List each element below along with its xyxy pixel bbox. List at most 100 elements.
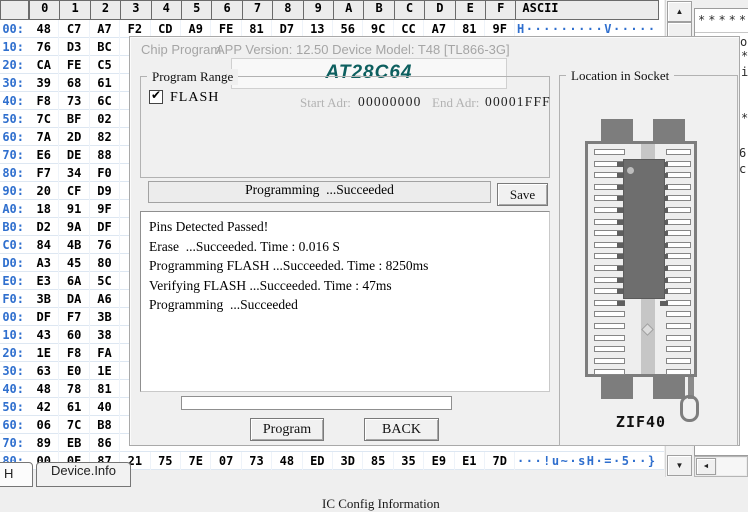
hex-byte[interactable]: 06 xyxy=(29,416,59,434)
hex-byte[interactable]: 91 xyxy=(59,200,89,218)
hex-byte[interactable]: E6 xyxy=(29,146,59,164)
horizontal-scrollbar-track[interactable] xyxy=(717,458,746,475)
hex-byte[interactable]: E1 xyxy=(455,452,485,470)
hex-byte[interactable]: 2D xyxy=(59,128,89,146)
hex-byte[interactable]: 80 xyxy=(90,254,120,272)
hex-byte[interactable]: A6 xyxy=(90,290,120,308)
scroll-down-button[interactable]: ▼ xyxy=(667,455,692,476)
flash-checkbox[interactable]: ✔ xyxy=(149,90,163,104)
hex-byte[interactable]: ED xyxy=(303,452,333,470)
hex-byte[interactable]: 7C xyxy=(59,416,89,434)
hex-byte[interactable]: 40 xyxy=(90,398,120,416)
hex-byte[interactable]: D9 xyxy=(90,182,120,200)
hex-byte[interactable]: 7D xyxy=(485,452,515,470)
hex-byte[interactable]: 78 xyxy=(59,380,89,398)
hex-byte[interactable]: 38 xyxy=(90,326,120,344)
hex-byte[interactable]: EB xyxy=(59,434,89,452)
socket-pin xyxy=(594,358,625,364)
hex-byte[interactable]: FA xyxy=(90,344,120,362)
hex-byte[interactable]: 4B xyxy=(59,236,89,254)
hex-byte[interactable]: 7C xyxy=(29,110,59,128)
tab-flash-buffer[interactable]: H xyxy=(0,462,33,487)
log-output[interactable]: Pins Detected Passed!Erase ...Succeeded.… xyxy=(140,211,550,392)
hex-address: 10: xyxy=(0,326,24,344)
hex-byte[interactable]: F8 xyxy=(29,92,59,110)
hex-byte[interactable]: 1E xyxy=(90,362,120,380)
hex-byte[interactable]: 81 xyxy=(90,380,120,398)
save-log-button[interactable]: Save Log xyxy=(497,183,548,206)
hex-byte[interactable]: E9 xyxy=(424,452,454,470)
hex-ascii[interactable]: ···!u~·sH·=·5··} xyxy=(517,452,657,470)
hex-byte[interactable]: F7 xyxy=(59,308,89,326)
hex-byte[interactable]: 1E xyxy=(29,344,59,362)
hex-byte[interactable]: F7 xyxy=(29,164,59,182)
hex-byte[interactable]: 9A xyxy=(59,218,89,236)
hex-byte[interactable]: 63 xyxy=(29,362,59,380)
hex-byte[interactable]: 7E xyxy=(181,452,211,470)
hex-byte[interactable]: 7A xyxy=(29,128,59,146)
hex-byte[interactable]: DE xyxy=(59,146,89,164)
hex-byte[interactable]: 84 xyxy=(29,236,59,254)
hex-byte[interactable]: 61 xyxy=(90,74,120,92)
hex-byte[interactable]: C7 xyxy=(59,20,89,38)
hex-byte[interactable]: 48 xyxy=(29,380,59,398)
hex-byte[interactable]: B8 xyxy=(90,416,120,434)
hex-byte[interactable]: 39 xyxy=(29,74,59,92)
hex-byte[interactable]: 89 xyxy=(29,434,59,452)
hex-byte[interactable]: 60 xyxy=(59,326,89,344)
hex-byte[interactable]: 42 xyxy=(29,398,59,416)
hex-byte[interactable]: 73 xyxy=(242,452,272,470)
hex-byte[interactable]: 43 xyxy=(29,326,59,344)
hex-byte[interactable]: D2 xyxy=(29,218,59,236)
hex-byte[interactable]: DF xyxy=(29,308,59,326)
hex-byte[interactable]: 48 xyxy=(29,20,59,38)
hex-byte[interactable]: 45 xyxy=(59,254,89,272)
hex-byte[interactable]: 86 xyxy=(90,434,120,452)
hex-byte[interactable]: A3 xyxy=(29,254,59,272)
hex-byte[interactable]: E0 xyxy=(59,362,89,380)
hex-byte[interactable]: 5C xyxy=(90,272,120,290)
hex-byte[interactable]: 82 xyxy=(90,128,120,146)
hex-byte[interactable]: C5 xyxy=(90,56,120,74)
hex-byte[interactable]: 88 xyxy=(90,146,120,164)
hex-byte[interactable]: FE xyxy=(59,56,89,74)
hex-byte[interactable]: 20 xyxy=(29,182,59,200)
hex-byte[interactable]: 48 xyxy=(272,452,302,470)
back-button[interactable]: BACK xyxy=(364,418,439,441)
hex-byte[interactable]: F8 xyxy=(59,344,89,362)
hex-col-header: C xyxy=(394,0,425,20)
hex-byte[interactable]: 9F xyxy=(90,200,120,218)
hex-byte[interactable]: 61 xyxy=(59,398,89,416)
hex-byte[interactable]: 75 xyxy=(151,452,181,470)
hex-byte[interactable]: F0 xyxy=(90,164,120,182)
hex-byte[interactable]: 35 xyxy=(394,452,424,470)
hex-byte[interactable]: 85 xyxy=(363,452,393,470)
hex-byte[interactable]: 02 xyxy=(90,110,120,128)
hex-byte[interactable]: 3B xyxy=(29,290,59,308)
hex-byte[interactable]: 6C xyxy=(90,92,120,110)
hex-byte[interactable]: A7 xyxy=(90,20,120,38)
tab-device-info[interactable]: Device.Info xyxy=(36,462,131,487)
hex-byte[interactable]: DF xyxy=(90,218,120,236)
horizontal-scrollbar[interactable]: ◄ xyxy=(694,456,748,477)
hex-byte[interactable]: 34 xyxy=(59,164,89,182)
hex-byte[interactable]: 76 xyxy=(29,38,59,56)
hex-byte[interactable]: BF xyxy=(59,110,89,128)
hex-byte[interactable]: 18 xyxy=(29,200,59,218)
hex-byte[interactable]: BC xyxy=(90,38,120,56)
hex-byte[interactable]: DA xyxy=(59,290,89,308)
hex-byte[interactable]: E3 xyxy=(29,272,59,290)
hex-byte[interactable]: D3 xyxy=(59,38,89,56)
program-button[interactable]: Program xyxy=(250,418,324,441)
hex-byte[interactable]: 73 xyxy=(59,92,89,110)
hex-byte[interactable]: 76 xyxy=(90,236,120,254)
hex-byte[interactable]: 68 xyxy=(59,74,89,92)
scroll-up-button[interactable]: ▲ xyxy=(667,1,692,22)
hex-byte[interactable]: 3D xyxy=(333,452,363,470)
hex-byte[interactable]: 6A xyxy=(59,272,89,290)
hex-byte[interactable]: 3B xyxy=(90,308,120,326)
scroll-left-button[interactable]: ◄ xyxy=(696,458,716,475)
hex-byte[interactable]: 07 xyxy=(211,452,241,470)
hex-byte[interactable]: CF xyxy=(59,182,89,200)
hex-byte[interactable]: CA xyxy=(29,56,59,74)
